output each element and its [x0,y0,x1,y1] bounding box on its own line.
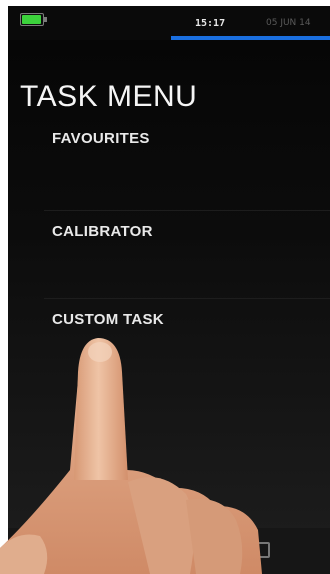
navigation-bar [8,528,330,574]
menu-item-label: FAVOURITES [52,130,150,147]
status-bar: 15:17 05 JUN 14 [8,6,330,40]
menu-item-custom-task[interactable]: CUSTOM TASK [44,298,330,379]
status-time: 15:17 [195,18,226,29]
battery-level [22,15,41,24]
battery-icon [20,13,47,26]
menu-item-favourites[interactable]: FAVOURITES [44,118,330,198]
page-title: TASK MENU [20,80,198,113]
menu-item-label: CUSTOM TASK [52,311,164,328]
status-accent-bar [171,36,330,40]
menu-item-label: CALIBRATOR [52,223,153,240]
device-frame: 15:17 05 JUN 14 TASK MENU FAVOURITES CAL… [0,0,330,574]
menu-item-calibrator[interactable]: CALIBRATOR [44,210,330,291]
back-arrow-icon[interactable] [36,544,60,558]
recent-apps-icon[interactable] [254,542,270,558]
status-date: 05 JUN 14 [266,18,311,28]
device-screen: 15:17 05 JUN 14 TASK MENU FAVOURITES CAL… [8,6,330,574]
